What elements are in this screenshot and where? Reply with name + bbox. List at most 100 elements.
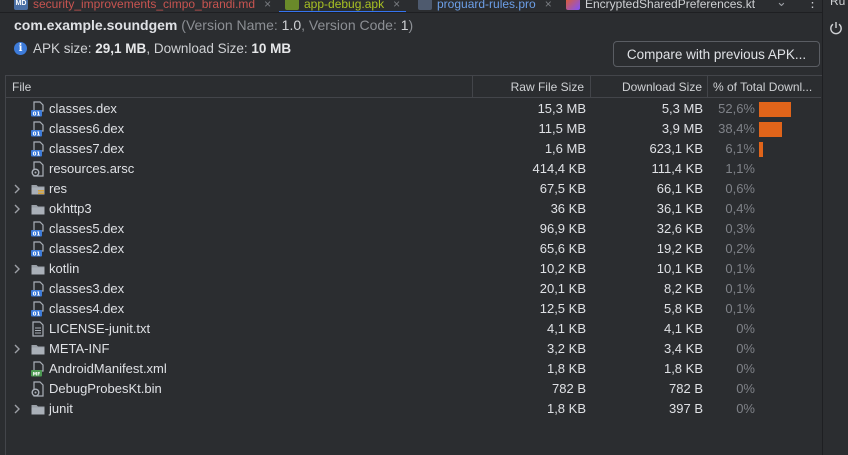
- dex-icon: 01: [30, 121, 46, 137]
- download-size-label: , Download Size:: [146, 41, 252, 56]
- table-row[interactable]: junit 1,8 KB 397 B 0%: [6, 399, 821, 419]
- percent-of-total: 38,4%: [718, 121, 755, 136]
- percent-of-total: 0,6%: [725, 181, 755, 196]
- table-row[interactable]: 01 classes7.dex 1,6 MB 623,1 KB 6,1%: [6, 139, 821, 159]
- table-row[interactable]: kotlin 10,2 KB 10,1 KB 0,1%: [6, 259, 821, 279]
- download-size: 32,6 KB: [656, 221, 703, 236]
- column-header-file[interactable]: File: [12, 76, 492, 98]
- table-row[interactable]: LICENSE-junit.txt 4,1 KB 4,1 KB 0%: [6, 319, 821, 339]
- download-size: 397 B: [669, 401, 703, 416]
- folder-icon: [30, 401, 46, 417]
- table-row[interactable]: MF AndroidManifest.xml 1,8 KB 1,8 KB 0%: [6, 359, 821, 379]
- version-info: (Version Name: 1.0, Version Code: 1): [181, 17, 414, 33]
- table-row[interactable]: 01 classes4.dex 12,5 KB 5,8 KB 0,1%: [6, 299, 821, 319]
- expand-chevron-icon[interactable]: [12, 182, 22, 196]
- text-file-icon: [418, 0, 432, 10]
- compare-with-previous-apk-button[interactable]: Compare with previous APK...: [613, 41, 820, 67]
- table-row[interactable]: resources.arsc 414,4 KB 111,4 KB 1,1%: [6, 159, 821, 179]
- tab-label: app-debug.apk: [304, 0, 385, 11]
- download-size: 5,8 KB: [663, 301, 703, 316]
- download-share-bar: [759, 122, 782, 137]
- raw-file-size: 782 B: [552, 381, 586, 396]
- resource-folder-icon: [30, 181, 46, 197]
- column-header-download-size[interactable]: Download Size: [590, 76, 707, 98]
- download-size-value: 10 MB: [251, 41, 292, 56]
- power-icon[interactable]: [828, 20, 844, 36]
- dex-icon: 01: [30, 221, 46, 237]
- kotlin-file-icon: [566, 0, 580, 10]
- table-row[interactable]: META-INF 3,2 KB 3,4 KB 0%: [6, 339, 821, 359]
- download-size: 3,4 KB: [663, 341, 703, 356]
- raw-file-size: 4,1 KB: [546, 321, 586, 336]
- file-name: classes6.dex: [49, 121, 125, 136]
- tab-app-debug-apk[interactable]: app-debug.apk ×: [278, 0, 407, 12]
- table-row[interactable]: 01 classes2.dex 65,6 KB 19,2 KB 0,2%: [6, 239, 821, 259]
- file-name: resources.arsc: [49, 161, 135, 176]
- percent-of-total: 6,1%: [725, 141, 755, 156]
- version-code: 1: [400, 17, 409, 33]
- table-row[interactable]: 01 classes6.dex 11,5 MB 3,9 MB 38,4%: [6, 119, 821, 139]
- percent-of-total: 0,2%: [725, 241, 755, 256]
- download-size: 66,1 KB: [656, 181, 703, 196]
- table-header: File Raw File Size Download Size % of To…: [6, 76, 821, 98]
- svg-text:01: 01: [33, 251, 41, 257]
- file-name: okhttp3: [49, 201, 92, 216]
- close-tab-icon[interactable]: ×: [264, 0, 271, 11]
- table-row[interactable]: DebugProbesKt.bin 782 B 782 B 0%: [6, 379, 821, 399]
- download-size: 782 B: [669, 381, 703, 396]
- apk-size-value: 29,1 MB: [95, 41, 147, 56]
- expand-chevron-icon[interactable]: [12, 202, 22, 216]
- file-name: junit: [49, 401, 73, 416]
- file-name: classes5.dex: [49, 221, 125, 236]
- download-share-bar: [759, 102, 791, 117]
- expand-chevron-icon[interactable]: [12, 402, 22, 416]
- file-name: classes3.dex: [49, 281, 125, 296]
- download-size: 5,3 MB: [661, 101, 703, 116]
- raw-file-size: 3,2 KB: [546, 341, 586, 356]
- percent-of-total: 0%: [736, 361, 755, 376]
- column-header-raw-file-size[interactable]: Raw File Size: [472, 76, 590, 98]
- close-tab-icon[interactable]: ×: [545, 0, 552, 11]
- table-row[interactable]: res 67,5 KB 66,1 KB 0,6%: [6, 179, 821, 199]
- file-name: META-INF: [49, 341, 110, 356]
- file-name: LICENSE-junit.txt: [49, 321, 151, 336]
- dex-icon: 01: [30, 101, 46, 117]
- close-tab-icon[interactable]: ×: [393, 0, 400, 11]
- expand-chevron-icon[interactable]: [12, 262, 22, 276]
- percent-of-total: 0%: [736, 341, 755, 356]
- apk-package-line: com.example.soundgem (Version Name: 1.0,…: [14, 17, 413, 33]
- folder-icon: [30, 261, 46, 277]
- percent-of-total: 0,4%: [725, 201, 755, 216]
- apk-size-line: i APK size: 29,1 MB, Download Size: 10 M…: [14, 41, 291, 56]
- manifest-icon: MF: [30, 361, 46, 377]
- right-tool-window-strip: Ru: [822, 0, 848, 455]
- more-options-icon[interactable]: ⋮: [806, 0, 819, 11]
- table-row[interactable]: 01 classes.dex 15,3 MB 5,3 MB 52,6%: [6, 99, 821, 119]
- table-row[interactable]: 01 classes3.dex 20,1 KB 8,2 KB 0,1%: [6, 279, 821, 299]
- raw-file-size: 10,2 KB: [539, 261, 586, 276]
- run-tool-window-label[interactable]: Ru: [830, 0, 845, 8]
- raw-file-size: 20,1 KB: [539, 281, 586, 296]
- percent-of-total: 0,3%: [725, 221, 755, 236]
- svg-text:01: 01: [33, 111, 41, 117]
- raw-file-size: 12,5 KB: [539, 301, 586, 316]
- svg-text:01: 01: [33, 291, 41, 297]
- file-name: kotlin: [49, 261, 80, 276]
- tab-overflow-chevron-icon[interactable]: ⌄: [776, 0, 787, 10]
- file-name: classes.dex: [49, 101, 117, 116]
- table-row[interactable]: okhttp3 36 KB 36,1 KB 0,4%: [6, 199, 821, 219]
- tab-proguard-rules-pro[interactable]: proguard-rules.pro ×: [418, 0, 552, 12]
- tab-security-improvements-cimpo-brandi-md[interactable]: MD security_improvements_cimpo_brandi.md ×: [14, 0, 271, 12]
- expand-chevron-icon[interactable]: [12, 342, 22, 356]
- column-header-percent-of-total[interactable]: % of Total Downl...: [707, 76, 820, 98]
- tab-encryptedsharedpreferences-kt[interactable]: EncryptedSharedPreferences.kt: [566, 0, 755, 12]
- folder-icon: [30, 341, 46, 357]
- file-name: AndroidManifest.xml: [49, 361, 167, 376]
- markdown-icon: MD: [14, 0, 28, 10]
- package-name: com.example.soundgem: [14, 17, 178, 33]
- table-row[interactable]: 01 classes5.dex 96,9 KB 32,6 KB 0,3%: [6, 219, 821, 239]
- apk-file-icon: [285, 0, 299, 10]
- file-name: classes2.dex: [49, 241, 125, 256]
- percent-of-total: 0,1%: [725, 261, 755, 276]
- download-size: 1,8 KB: [663, 361, 703, 376]
